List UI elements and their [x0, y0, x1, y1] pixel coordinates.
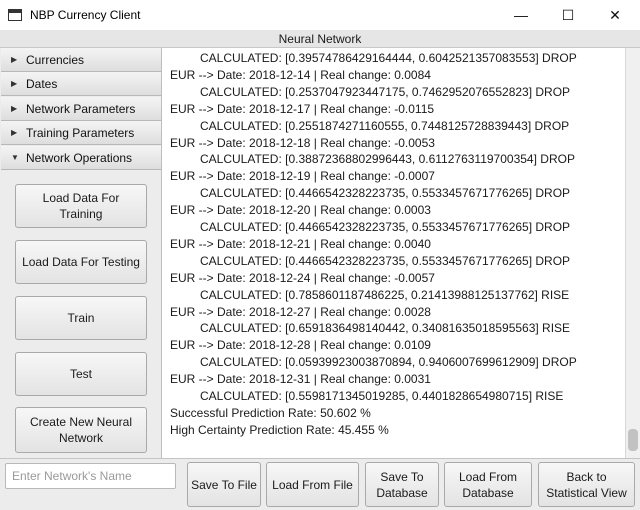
load-data-for-training-button[interactable]: Load Data For Training: [15, 184, 147, 228]
accordion-label: Network Parameters: [26, 101, 136, 116]
log-line: EUR --> Date: 2018-12-21 | Real change: …: [170, 236, 431, 251]
chevron-right-icon: ▶: [11, 128, 18, 137]
log-line: CALCULATED: [0.39574786429164444, 0.6042…: [200, 51, 577, 65]
save-to-database-button[interactable]: Save To Database: [365, 462, 439, 507]
load-from-file-button[interactable]: Load From File: [266, 462, 359, 507]
log-line: EUR --> Date: 2018-12-28 | Real change: …: [170, 338, 431, 353]
load-from-database-button[interactable]: Load From Database: [444, 462, 532, 507]
accordion-label: Training Parameters: [26, 125, 135, 140]
create-new-neural-network-button[interactable]: Create New Neural Network: [15, 407, 147, 453]
close-button[interactable]: ✕: [592, 0, 638, 30]
scrollbar-thumb[interactable]: [628, 429, 638, 451]
log-line: High Certainty Prediction Rate: 45.455 %: [170, 422, 389, 437]
log-line: EUR --> Date: 2018-12-27 | Real change: …: [170, 304, 431, 319]
accordion-network-operations[interactable]: ▼ Network Operations: [1, 146, 161, 170]
log-line: CALCULATED: [0.05939923003870894, 0.9406…: [200, 355, 577, 370]
accordion-currencies[interactable]: ▶ Currencies: [1, 48, 161, 72]
chevron-down-icon: ▼: [11, 153, 19, 162]
output-log-area[interactable]: CALCULATED: [0.39574786429164444, 0.6042…: [163, 48, 625, 458]
log-line: EUR --> Date: 2018-12-20 | Real change: …: [170, 203, 431, 218]
accordion-dates[interactable]: ▶ Dates: [1, 72, 161, 96]
log-scrollbar[interactable]: [625, 48, 640, 458]
chevron-right-icon: ▶: [11, 104, 18, 113]
log-line: EUR --> Date: 2018-12-24 | Real change: …: [170, 270, 435, 285]
bottom-toolbar: Save To File Load From File Save To Data…: [0, 458, 640, 510]
chevron-right-icon: ▶: [11, 55, 18, 64]
log-line: CALCULATED: [0.4466542328223735, 0.55334…: [200, 220, 571, 234]
log-line: EUR --> Date: 2018-12-17 | Real change: …: [170, 101, 435, 116]
log-line: CALCULATED: [0.2537047923447175, 0.74629…: [200, 84, 571, 99]
log-line: EUR --> Date: 2018-12-31 | Real change: …: [170, 372, 431, 387]
app-window-icon: [8, 9, 22, 21]
save-to-file-button[interactable]: Save To File: [187, 462, 261, 507]
log-line: Successful Prediction Rate: 50.602 %: [170, 405, 371, 420]
accordion-network-parameters[interactable]: ▶ Network Parameters: [1, 97, 161, 121]
log-line: EUR --> Date: 2018-12-18 | Real change: …: [170, 135, 435, 150]
load-data-for-testing-button[interactable]: Load Data For Testing: [15, 240, 147, 284]
log-line: EUR --> Date: 2018-12-14 | Real change: …: [170, 67, 431, 82]
accordion-label: Dates: [26, 76, 58, 91]
back-to-statistical-view-button[interactable]: Back to Statistical View: [538, 462, 635, 507]
minimize-button[interactable]: —: [498, 0, 544, 30]
log-line: CALCULATED: [0.7858601187486225, 0.21413…: [200, 287, 570, 302]
test-button[interactable]: Test: [15, 352, 147, 396]
accordion-training-parameters[interactable]: ▶ Training Parameters: [1, 121, 161, 145]
maximize-button[interactable]: ☐: [545, 0, 591, 30]
log-line: CALCULATED: [0.6591836498140442, 0.34081…: [200, 321, 571, 336]
log-line: CALCULATED: [0.2551874271160555, 0.74481…: [200, 118, 570, 133]
accordion-label: Network Operations: [26, 150, 133, 165]
window-title: NBP Currency Client: [30, 8, 141, 22]
log-line: CALCULATED: [0.4466542328223735, 0.55334…: [200, 186, 571, 201]
log-line: CALCULATED: [0.5598171345019285, 0.44018…: [200, 389, 564, 403]
window-title-bar[interactable]: NBP Currency Client — ☐ ✕: [0, 0, 640, 30]
view-title: Neural Network: [0, 30, 640, 48]
log-line: CALCULATED: [0.4466542328223735, 0.55334…: [200, 253, 571, 268]
sidebar: ▶ Currencies ▶ Dates ▶ Network Parameter…: [0, 48, 162, 458]
accordion-label: Currencies: [26, 52, 85, 67]
log-line: EUR --> Date: 2018-12-19 | Real change: …: [170, 169, 435, 184]
log-line: CALCULATED: [0.38872368802996443, 0.6112…: [200, 152, 575, 167]
chevron-right-icon: ▶: [11, 79, 18, 88]
train-button[interactable]: Train: [15, 296, 147, 340]
network-name-input[interactable]: [5, 463, 176, 489]
